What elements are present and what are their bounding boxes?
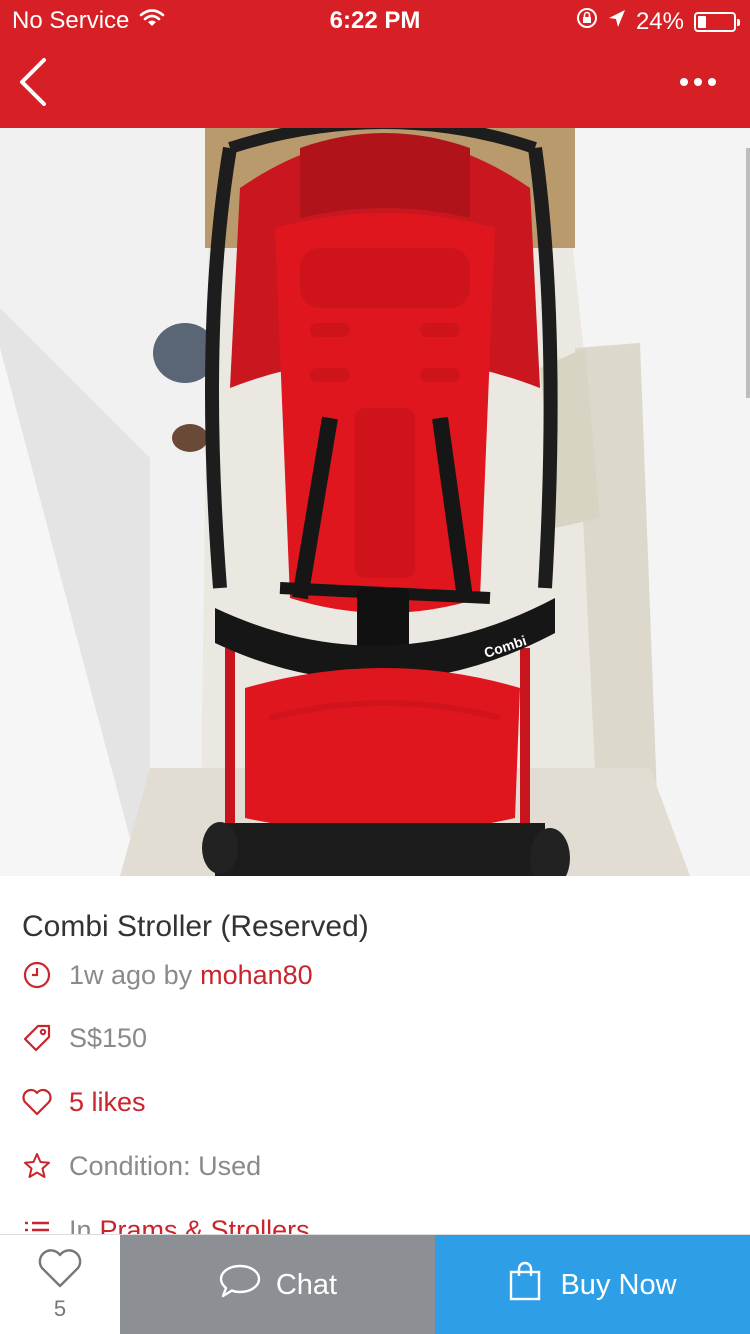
listing-title: Combi Stroller (Reserved) [22, 910, 369, 943]
posted-time: 1w ago by [69, 959, 193, 990]
listing-details: Combi Stroller (Reserved) 1w ago by moha… [0, 876, 750, 1234]
likes-row: 5 likes [22, 1082, 146, 1122]
condition-row: Condition: Used [22, 1146, 261, 1186]
category-prefix: In [69, 1214, 92, 1235]
chevron-left-icon [18, 57, 48, 112]
clock-icon [22, 960, 52, 990]
chat-bubble-icon [218, 1263, 262, 1307]
category-link[interactable]: Prams & Strollers [100, 1215, 310, 1235]
orientation-lock-icon [576, 7, 598, 36]
condition-value: Condition: Used [69, 1150, 262, 1181]
star-icon [22, 1151, 52, 1181]
list-icon [22, 1215, 52, 1234]
bottom-action-bar: 5 Chat Buy Now [0, 1234, 750, 1334]
chat-button[interactable]: Chat [120, 1235, 435, 1334]
heart-outline-icon [37, 1249, 83, 1294]
battery-percent: 24% [635, 7, 684, 35]
more-options-button[interactable] [668, 60, 728, 104]
status-bar: No Service 6:22 PM 24% [0, 0, 750, 40]
price-value: S$150 [69, 1022, 148, 1053]
likes-count[interactable]: 5 likes [69, 1087, 146, 1118]
price-tag-icon [22, 1023, 52, 1053]
app-header: No Service 6:22 PM 24% [0, 0, 750, 128]
price-row: S$150 [22, 1018, 147, 1058]
buy-now-label: Buy Now [560, 1268, 677, 1301]
listing-photo[interactable]: Combi [0, 128, 750, 876]
like-count: 5 [53, 1296, 67, 1321]
status-right: 24% [576, 7, 740, 36]
seller-link[interactable]: mohan80 [200, 960, 313, 991]
more-horizontal-icon [680, 78, 688, 86]
battery-icon [694, 11, 740, 32]
back-button[interactable] [18, 52, 74, 116]
category-row: In Prams & Strollers [22, 1210, 310, 1234]
chat-label: Chat [275, 1268, 338, 1301]
posted-row: 1w ago by mohan80 [22, 955, 313, 995]
buy-now-button[interactable]: Buy Now [435, 1235, 750, 1334]
like-button[interactable]: 5 [0, 1235, 120, 1334]
shopping-bag-icon [508, 1260, 542, 1310]
heart-icon [22, 1087, 52, 1117]
battery-level [698, 15, 706, 28]
location-arrow-icon [608, 8, 626, 36]
